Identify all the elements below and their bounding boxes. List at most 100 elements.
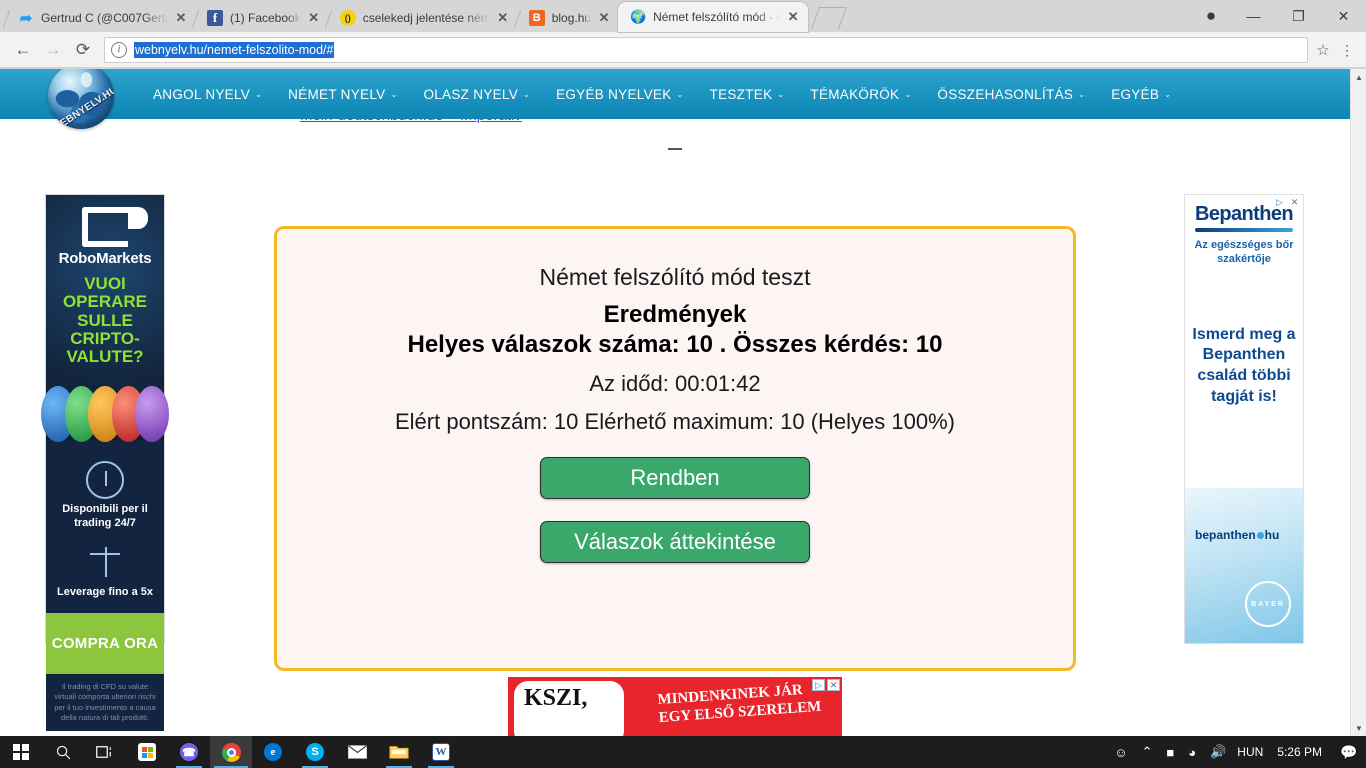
- wifi-icon[interactable]: ◕: [1181, 745, 1203, 760]
- skype-button[interactable]: S: [294, 736, 336, 768]
- score-line: Helyes válaszok száma: 10 . Összes kérdé…: [407, 331, 943, 358]
- nav-item-egyeb-nyelvek[interactable]: EGYÉB NYELVEK ⌄: [543, 87, 696, 102]
- nav-label: ÖSSZEHASONLÍTÁS: [937, 86, 1074, 102]
- ok-button[interactable]: Rendben: [540, 457, 810, 499]
- ad-cta-button[interactable]: COMPRA ORA: [46, 613, 164, 675]
- battery-icon[interactable]: ■: [1159, 745, 1181, 760]
- task-view-button[interactable]: [84, 736, 126, 768]
- ad-bottom-logo: KSZI,: [514, 681, 624, 736]
- edge-button[interactable]: e: [252, 736, 294, 768]
- site-logo[interactable]: WEBNYELV.HU: [48, 69, 114, 129]
- address-bar[interactable]: i webnyelv.hu/nemet-felszolito-mod/#: [104, 36, 1308, 63]
- nav-item-olasz-nyelv[interactable]: OLASZ NYELV ⌄: [410, 87, 543, 102]
- browser-tab-4[interactable]: B blog.hu ✕: [513, 4, 619, 32]
- nav-item-temakorok[interactable]: TÉMAKÖRÖK ⌄: [797, 87, 924, 102]
- task-view-icon: [96, 746, 111, 758]
- ad-headline: Ismerd meg a Bepanthen család többi tagj…: [1192, 325, 1296, 405]
- bayer-logo-icon: BAYER: [1245, 581, 1291, 627]
- tab-title: cselekedj jelentése néme: [362, 11, 490, 25]
- ad-choices-badge[interactable]: ▷ ✕: [1273, 197, 1301, 209]
- browser-tab-1[interactable]: ➦ Gertrud C (@C007Gerti1 ✕: [2, 4, 196, 32]
- scroll-down-arrow-icon[interactable]: ▼: [1351, 720, 1366, 736]
- site-tld: hu: [1264, 528, 1280, 542]
- taskbar-search-button[interactable]: [42, 736, 84, 768]
- reload-button[interactable]: ⟳: [68, 36, 98, 64]
- ad-feature-2: Leverage fino a 5x: [57, 585, 153, 598]
- viber-button[interactable]: ☎: [168, 736, 210, 768]
- windows-logo-icon: [13, 744, 29, 760]
- nav-label: NÉMET NYELV: [288, 86, 386, 102]
- vertical-scrollbar[interactable]: ▲ ▼: [1350, 69, 1366, 736]
- show-hidden-icons-chevron[interactable]: ⌃: [1134, 744, 1159, 760]
- chevron-down-icon: ⌄: [523, 89, 531, 99]
- microsoft-store-button[interactable]: [126, 736, 168, 768]
- ad-left-hero: RoboMarkets VUOI OPERARE SULLE CRIPTO-VA…: [41, 195, 169, 442]
- profile-icon[interactable]: ●: [1191, 0, 1231, 32]
- language-indicator[interactable]: HUN: [1233, 745, 1273, 759]
- ad-info-icon[interactable]: ▷: [1273, 197, 1286, 209]
- nav-label: EGYÉB: [1111, 86, 1160, 102]
- nav-item-osszehasonlitas[interactable]: ÖSSZEHASONLÍTÁS ⌄: [924, 87, 1098, 102]
- twitter-icon: ➦: [19, 10, 33, 26]
- review-answers-button[interactable]: Válaszok áttekintése: [540, 521, 810, 563]
- browser-tab-3[interactable]: () cselekedj jelentése néme ✕: [324, 4, 518, 32]
- advertisement-bottom-banner[interactable]: ▷ ✕ KSZI, MINDENKINEK JÁR EGY ELSŐ SZERE…: [508, 677, 842, 736]
- chrome-button[interactable]: [210, 736, 252, 768]
- mail-icon: [347, 745, 367, 759]
- advertisement-right-bepanthen[interactable]: ▷ ✕ Bepanthen Az egészséges bőr szakértő…: [1184, 194, 1304, 644]
- people-icon[interactable]: ☺: [1107, 745, 1134, 760]
- page-viewport: Mein-deutschbuch.de – Imperativ WEBNYELV…: [0, 69, 1366, 736]
- nav-label: EGYÉB NYELVEK: [556, 86, 672, 102]
- mail-button[interactable]: [336, 736, 378, 768]
- start-button[interactable]: [0, 736, 42, 768]
- tab-close-icon[interactable]: ✕: [494, 9, 512, 27]
- ad-tagline: Az egészséges bőr szakértője: [1194, 239, 1294, 265]
- maximize-button[interactable]: ❐: [1276, 0, 1321, 32]
- tab-close-icon[interactable]: ✕: [784, 8, 802, 26]
- dot-separator-icon: [1256, 532, 1264, 540]
- nav-item-angol-nyelv[interactable]: ANGOL NYELV ⌄: [140, 87, 275, 102]
- action-center-icon[interactable]: 💬: [1332, 744, 1366, 761]
- clock[interactable]: 5:26 PM: [1273, 745, 1332, 759]
- browser-menu-icon[interactable]: ⋮: [1336, 43, 1358, 57]
- word-button[interactable]: W: [420, 736, 462, 768]
- site-navigation-bar: WEBNYELV.HU ANGOL NYELV ⌄ NÉMET NYELV ⌄ …: [0, 69, 1350, 129]
- windows-taskbar: ☎ e S W ☺ ⌃ ■ ◕ 🔊 HUN 5:26 PM 💬: [0, 736, 1366, 768]
- nav-item-egyeb[interactable]: EGYÉB ⌄: [1098, 87, 1184, 102]
- ad-right-image: bepanthen hu BAYER: [1185, 488, 1303, 643]
- browser-tab-5-active[interactable]: 🌍 Német felszólító mód - d ✕: [618, 2, 809, 32]
- search-icon: [56, 745, 70, 759]
- nav-item-nemet-nyelv[interactable]: NÉMET NYELV ⌄: [275, 87, 410, 102]
- nav-label: TESZTEK: [709, 86, 773, 102]
- nav-item-tesztek[interactable]: TESZTEK ⌄: [697, 87, 798, 102]
- ad-close-icon[interactable]: ✕: [1288, 197, 1301, 209]
- bookmark-star-icon[interactable]: ☆: [1310, 41, 1336, 59]
- chevron-down-icon: ⌄: [390, 89, 398, 99]
- scroll-up-arrow-icon[interactable]: ▲: [1351, 69, 1366, 85]
- tab-close-icon[interactable]: ✕: [172, 9, 190, 27]
- folder-icon: [389, 746, 409, 759]
- back-button[interactable]: ←: [8, 36, 38, 64]
- chevron-down-icon: ⌄: [1078, 89, 1086, 99]
- ad-headline: VUOI OPERARE SULLE CRIPTO-VALUTE?: [62, 274, 148, 367]
- browser-window: ➦ Gertrud C (@C007Gerti1 ✕ f (1) Faceboo…: [0, 0, 1366, 736]
- results-heading: Eredmények: [603, 301, 747, 328]
- divider-dash: [668, 148, 682, 150]
- url-text: webnyelv.hu/nemet-felszolito-mod/#: [134, 41, 335, 58]
- quiz-result-card: Német felszólító mód teszt Eredmények He…: [274, 226, 1076, 671]
- globe-icon: 🌍: [630, 9, 647, 24]
- close-window-button[interactable]: ✕: [1321, 0, 1366, 32]
- tab-close-icon[interactable]: ✕: [595, 9, 613, 27]
- file-explorer-button[interactable]: [378, 736, 420, 768]
- advertisement-left-robomarkets[interactable]: ▷ ✕ RoboMarkets VUOI OPERARE SULLE CRIPT…: [41, 194, 169, 731]
- site-info-icon[interactable]: i: [111, 41, 127, 58]
- tab-close-icon[interactable]: ✕: [305, 9, 323, 27]
- new-tab-button[interactable]: [811, 7, 848, 29]
- minimize-button[interactable]: —: [1231, 0, 1276, 32]
- microsoft-store-icon: [138, 743, 156, 761]
- browser-toolbar: ← → ⟳ i webnyelv.hu/nemet-felszolito-mod…: [0, 32, 1366, 68]
- nav-label: ANGOL NYELV: [153, 86, 251, 102]
- browser-tab-2[interactable]: f (1) Facebook ✕: [191, 4, 329, 32]
- forward-button[interactable]: →: [38, 36, 68, 64]
- volume-icon[interactable]: 🔊: [1203, 744, 1233, 760]
